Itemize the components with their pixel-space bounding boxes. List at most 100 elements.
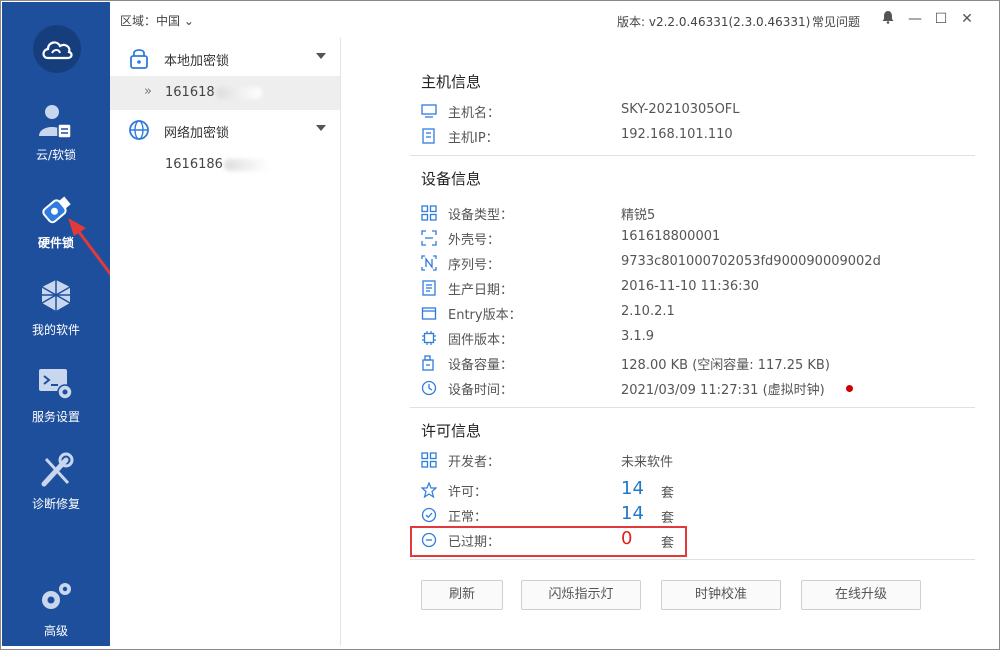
info-row: 外壳号： 161618800001 <box>421 227 941 249</box>
license-count: 14 <box>621 503 644 524</box>
row-value: 128.00 KB (空闲容量: 117.25 KB) <box>621 358 830 373</box>
info-row: Entry版本： 2.10.2.1 <box>421 302 941 324</box>
serial-n-icon <box>421 255 437 271</box>
row-key: 开发者： <box>448 455 501 470</box>
row-value: 未来软件 <box>621 455 674 470</box>
server-icon <box>422 128 435 144</box>
unit-label: 套 <box>661 511 675 526</box>
nav-label: 硬件锁 <box>37 236 74 250</box>
caret-down-icon <box>316 53 326 59</box>
row-key: 生产日期： <box>448 283 514 298</box>
row-key: 固件版本： <box>448 333 514 348</box>
row-value: 161618800001 <box>621 229 721 244</box>
double-chevron-icon: » <box>144 84 152 99</box>
info-row: 设备类型： 精锐5 <box>421 202 941 224</box>
refresh-button[interactable]: 刷新 <box>421 580 503 610</box>
gears-icon <box>42 583 71 609</box>
nav-label: 诊断修复 <box>31 497 80 511</box>
chip-icon <box>422 331 436 345</box>
row-value: 精锐5 <box>621 208 656 223</box>
chevron-down-icon: ⌄ <box>183 14 194 28</box>
info-row: 开发者： 未来软件 <box>421 449 941 471</box>
star-icon <box>421 482 437 498</box>
version-label: 版本: v2.2.0.46331(2.3.0.46331) <box>617 15 811 29</box>
nav-item-my-software[interactable]: 我的软件 <box>2 277 110 357</box>
nav-label: 高级 <box>43 624 68 638</box>
row-key: 许可： <box>448 485 488 500</box>
nav-item-advanced[interactable]: 高级 <box>2 578 110 658</box>
grid-icon <box>421 205 437 221</box>
usb-key-icon <box>42 196 71 224</box>
tree-node-label: 本地加密锁 <box>164 54 230 69</box>
row-value: 3.1.9 <box>621 329 655 344</box>
caret-down-icon <box>316 125 326 131</box>
row-value: 192.168.101.110 <box>621 127 733 142</box>
row-key: 设备类型： <box>448 208 514 223</box>
section-title-host: 主机信息 <box>421 73 482 91</box>
nav-label: 服务设置 <box>31 410 80 424</box>
section-title-device: 设备信息 <box>421 170 482 188</box>
tree-child-network-device[interactable]: 1616186 <box>110 148 340 182</box>
document-icon <box>422 280 436 296</box>
clock-calibrate-button[interactable]: 时钟校准 <box>661 580 781 610</box>
check-circle-icon <box>421 507 437 523</box>
tree-node-local-lock[interactable]: 本地加密锁 <box>110 40 340 76</box>
highlight-box <box>410 526 687 557</box>
terminal-gear-icon <box>39 369 73 400</box>
row-key: 设备容量： <box>448 358 514 373</box>
nav-item-hardware-lock[interactable]: 硬件锁 <box>2 190 110 270</box>
info-row: 设备时间： 2021/03/09 11:27:31 (虚拟时钟) <box>421 377 941 399</box>
user-card-icon <box>39 105 72 139</box>
license-row: 许可： 14 套 <box>421 478 941 501</box>
clock-icon <box>421 380 437 396</box>
row-value: 2021/03/09 11:27:31 (虚拟时钟) <box>621 383 825 398</box>
minimize-icon[interactable]: — <box>906 10 924 28</box>
region-label: 区域：中国 <box>120 14 181 28</box>
nav-item-cloud-soft-lock[interactable]: 云/软锁 <box>2 102 110 182</box>
monitor-icon <box>421 104 437 118</box>
unit-label: 套 <box>661 486 675 501</box>
device-id: 1616186 <box>165 157 223 172</box>
redacted-blur <box>223 158 270 171</box>
row-key: 设备时间： <box>448 383 514 398</box>
info-row: 设备容量： 128.00 KB (空闲容量: 117.25 KB) <box>421 352 941 374</box>
status-dot <box>846 385 853 392</box>
faq-link[interactable]: 常见问题 <box>812 13 860 30</box>
wrench-screwdriver-icon <box>41 452 74 487</box>
tree-node-network-lock[interactable]: 网络加密锁 <box>110 112 340 148</box>
tree-child-local-device[interactable]: » 161618 <box>110 76 340 110</box>
close-icon[interactable]: ✕ <box>958 10 976 28</box>
divider <box>410 155 975 156</box>
nav-label: 云/软锁 <box>35 148 77 162</box>
lock-icon <box>130 49 148 69</box>
storage-icon <box>422 355 434 371</box>
app-logo <box>33 25 81 73</box>
row-value: SKY-20210305OFL <box>621 102 740 117</box>
info-row: 主机名： SKY-20210305OFL <box>421 100 941 122</box>
title-bar: 区域：中国 ⌄ 版本: v2.2.0.46331(2.3.0.46331) 常见… <box>110 0 998 38</box>
maximize-icon[interactable]: ☐ <box>932 10 950 28</box>
divider <box>410 407 975 408</box>
tree-node-label: 网络加密锁 <box>164 126 230 141</box>
lock-tree-panel: 本地加密锁 » 161618 网络加密锁 1616186 <box>110 38 341 646</box>
bell-icon[interactable] <box>879 10 897 28</box>
row-value: 2.10.2.1 <box>621 304 675 319</box>
online-upgrade-button[interactable]: 在线升级 <box>801 580 921 610</box>
region-selector[interactable]: 区域：中国 ⌄ <box>120 12 194 29</box>
scan-frame-icon <box>421 230 437 246</box>
info-row: 生产日期： 2016-11-10 11:36:30 <box>421 277 941 299</box>
info-row: 主机IP： 192.168.101.110 <box>421 125 941 147</box>
row-key: Entry版本： <box>448 308 522 323</box>
row-key: 序列号： <box>448 258 501 273</box>
row-key: 外壳号： <box>448 233 501 248</box>
box-icon <box>421 307 437 320</box>
info-row: 序列号： 9733c801000702053fd900090009002d <box>421 252 941 274</box>
nav-item-diagnose-repair[interactable]: 诊断修复 <box>2 451 110 531</box>
globe-icon <box>129 120 149 140</box>
row-value: 2016-11-10 11:36:30 <box>621 279 760 294</box>
grid-icon <box>421 452 437 468</box>
flash-indicator-button[interactable]: 闪烁指示灯 <box>521 580 641 610</box>
sidebar-nav: 云/软锁 硬件锁 我的软件 服务设置 诊断修复 高级 <box>2 2 110 646</box>
license-count: 14 <box>621 478 644 499</box>
nav-item-service-settings[interactable]: 服务设置 <box>2 364 110 444</box>
